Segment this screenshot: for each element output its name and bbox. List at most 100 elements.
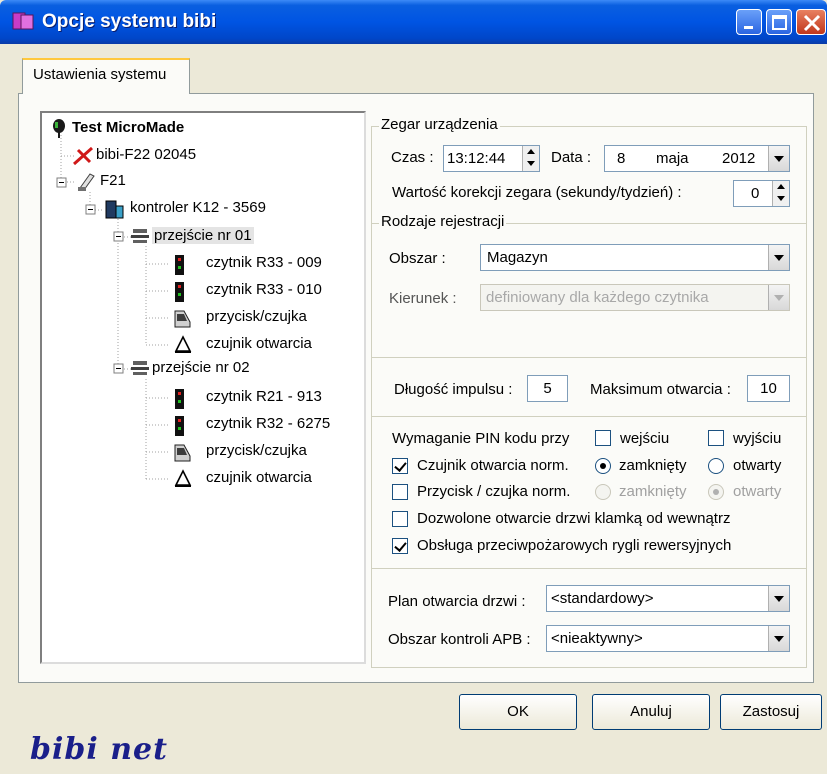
impulse-length-value: 5: [543, 380, 552, 397]
date-day: 8: [617, 150, 626, 167]
handle-open-checkbox[interactable]: [392, 511, 408, 527]
date-label: Data :: [551, 149, 592, 166]
impulse-length-label: Długość impulsu :: [394, 381, 513, 398]
card-reader-icon: [175, 389, 184, 409]
controller-icon: [105, 200, 124, 219]
options-separator: [371, 416, 807, 417]
settings-frame-bottom: [371, 667, 807, 668]
card-reader-icon: [175, 255, 184, 275]
card-reader-icon: [175, 282, 184, 302]
correction-spinner[interactable]: [772, 181, 789, 206]
time-value: 13:12:44: [447, 150, 506, 167]
card-reader-icon: [175, 416, 184, 436]
tree-node-label: czujnik otwarcia: [206, 469, 312, 486]
pin-exit-label: wyjściu: [733, 430, 782, 447]
button-open-radio: [708, 484, 724, 500]
tab-label: Ustawienia systemu: [33, 66, 167, 83]
sensor-open-label: otwarty: [733, 457, 782, 474]
button-open-label: otwarty: [733, 483, 782, 500]
close-button[interactable]: [796, 9, 826, 35]
exit-button-label: Przycisk / czujka norm.: [417, 483, 571, 500]
impulse-separator: [371, 357, 807, 358]
time-field[interactable]: 13:12:44: [443, 145, 540, 172]
sensor-closed-label: zamknięty: [619, 457, 687, 474]
tree-node-label: czytnik R33 - 009: [206, 254, 322, 271]
door-plan-label: Plan otwarcia drzwi :: [388, 593, 526, 610]
date-picker[interactable]: 8 maja 2012: [604, 145, 790, 172]
bell-icon: [174, 469, 192, 487]
door-plan-value: <standardowy>: [551, 590, 654, 607]
button-closed-label: zamknięty: [619, 483, 687, 500]
settings-frame-right: [806, 126, 807, 668]
apb-select[interactable]: <nieaktywny>: [546, 625, 790, 652]
fire-bolts-checkbox[interactable]: [392, 538, 408, 554]
tree-node-label: kontroler K12 - 3569: [130, 199, 266, 216]
tree-node-label: czytnik R21 - 913: [206, 388, 322, 405]
pin-exit-checkbox[interactable]: [708, 430, 724, 446]
impulse-length-field[interactable]: 5: [527, 375, 568, 402]
close-icon: [803, 14, 821, 32]
apb-label: Obszar kontroli APB :: [388, 631, 531, 648]
bell-icon: [174, 335, 192, 353]
sensor-closed-radio[interactable]: [595, 458, 611, 474]
apply-button[interactable]: Zastosuj: [720, 694, 822, 730]
plans-separator: [371, 568, 807, 569]
maximize-icon: [772, 15, 787, 30]
app-icon: [12, 12, 34, 30]
tree-node-label: przycisk/czujka: [206, 308, 307, 325]
tree-node-label: czytnik R33 - 010: [206, 281, 322, 298]
sensor-open-radio[interactable]: [708, 458, 724, 474]
direction-label: Kierunek :: [389, 290, 457, 307]
fire-bolts-label: Obsługa przeciwpożarowych rygli rewersyj…: [417, 537, 732, 554]
area-label: Obszar :: [389, 250, 446, 267]
area-value: Magazyn: [487, 249, 548, 266]
pin-entry-checkbox[interactable]: [595, 430, 611, 446]
button-closed-radio: [595, 484, 611, 500]
exit-button-checkbox[interactable]: [392, 484, 408, 500]
max-open-value: 10: [760, 380, 777, 397]
network-icon: [131, 229, 149, 243]
minimize-icon: [744, 26, 753, 29]
pin-label: Wymaganie PIN kodu przy: [392, 430, 570, 447]
date-year: 2012: [722, 150, 756, 167]
area-dropdown-button[interactable]: [768, 245, 789, 270]
ok-button[interactable]: OK: [459, 694, 577, 730]
tree-node-label: przycisk/czujka: [206, 442, 307, 459]
correction-label: Wartość korekcji zegara (sekundy/tydzień…: [392, 184, 682, 201]
title-bar[interactable]: Opcje systemu bibi: [0, 0, 827, 44]
tab-system-settings[interactable]: Ustawienia systemu: [22, 58, 190, 94]
apb-dropdown-button[interactable]: [768, 626, 789, 651]
maximize-button[interactable]: [766, 9, 792, 35]
tree-node-label: przejście nr 01: [152, 227, 254, 244]
max-open-field[interactable]: 10: [747, 375, 790, 402]
network-icon: [131, 361, 149, 375]
tree-node-label: F21: [100, 172, 126, 189]
time-spinner[interactable]: [522, 146, 539, 171]
tree-node-label: czujnik otwarcia: [206, 335, 312, 352]
direction-dropdown-button: [768, 285, 789, 310]
max-open-label: Maksimum otwarcia :: [590, 381, 731, 398]
date-dropdown-button[interactable]: [768, 146, 789, 171]
window-title: Opcje systemu bibi: [42, 11, 217, 32]
area-select[interactable]: Magazyn: [480, 244, 790, 271]
tree-root-label: Test MicroMade: [72, 119, 185, 136]
date-month: maja: [656, 150, 689, 167]
door-sensor-checkbox[interactable]: [392, 458, 408, 474]
direction-value: definiowany dla każdego czytnika: [486, 289, 709, 306]
pin-entry-label: wejściu: [620, 430, 670, 447]
device-tree[interactable]: Test MicroMade bibi-F22 02045 F21 kontro…: [40, 111, 366, 664]
clock-group-title: Zegar urządzenia: [379, 116, 500, 133]
tree-node-label: przejście nr 02: [152, 359, 250, 376]
cancel-button[interactable]: Anuluj: [592, 694, 710, 730]
door-plan-select[interactable]: <standardowy>: [546, 585, 790, 612]
push-button-icon: [174, 444, 191, 462]
door-sensor-label: Czujnik otwarcia norm.: [417, 457, 569, 474]
minimize-button[interactable]: [736, 9, 762, 35]
direction-select: definiowany dla każdego czytnika: [480, 284, 790, 311]
settings-frame-left: [371, 126, 372, 668]
phone-icon: [78, 173, 95, 191]
bibi-net-logo: bibi net: [30, 732, 168, 767]
correction-field[interactable]: 0: [733, 180, 790, 207]
door-plan-dropdown-button[interactable]: [768, 586, 789, 611]
push-button-icon: [174, 310, 191, 328]
